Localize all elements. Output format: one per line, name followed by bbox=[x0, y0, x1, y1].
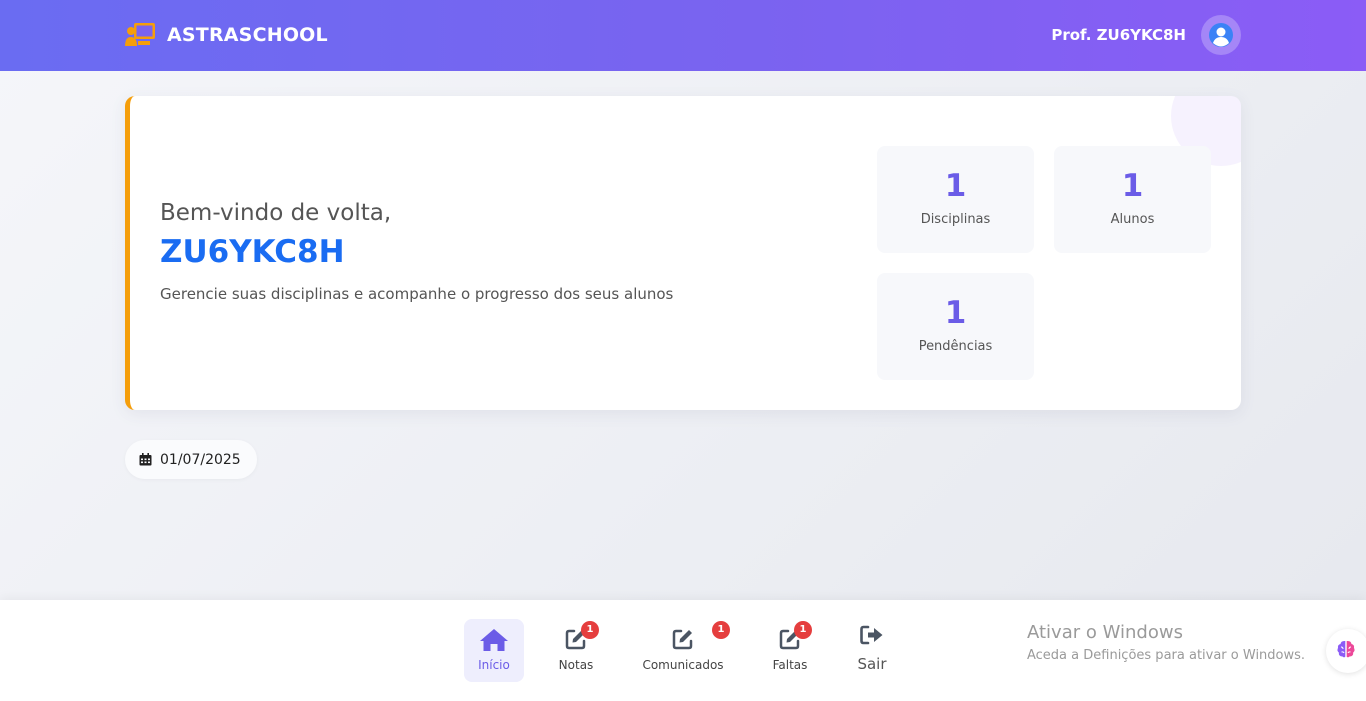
user-name: Prof. ZU6YKC8H bbox=[1051, 26, 1186, 44]
stat-label: Pendências bbox=[918, 339, 993, 354]
stat-card-disciplinas[interactable]: 1 Disciplinas bbox=[877, 146, 1034, 253]
username-heading: ZU6YKC8H bbox=[160, 234, 345, 270]
stat-card-alunos[interactable]: 1 Alunos bbox=[1054, 146, 1211, 253]
welcome-card: Bem-vindo de volta, ZU6YKC8H Gerencie su… bbox=[125, 96, 1241, 410]
nav-item-inicio[interactable]: Início bbox=[464, 619, 524, 682]
nav-label: Sair bbox=[857, 655, 887, 673]
teacher-icon bbox=[124, 22, 156, 48]
current-date: 01/07/2025 bbox=[160, 451, 241, 468]
edit-icon bbox=[672, 628, 694, 654]
user-circle-icon bbox=[1209, 23, 1233, 47]
nav-item-notas[interactable]: 1 Notas bbox=[546, 619, 606, 682]
stat-value: 1 bbox=[944, 295, 967, 331]
watermark-title: Ativar o Windows bbox=[1027, 622, 1183, 643]
top-header: ASTRASCHOOL Prof. ZU6YKC8H bbox=[0, 0, 1366, 71]
user-menu[interactable]: Prof. ZU6YKC8H bbox=[1051, 15, 1241, 55]
logout-icon bbox=[860, 625, 884, 649]
stat-card-pendencias[interactable]: 1 Pendências bbox=[877, 273, 1034, 380]
stat-label: Disciplinas bbox=[920, 212, 991, 227]
nav-label: Notas bbox=[558, 658, 594, 672]
stat-value: 1 bbox=[1121, 168, 1144, 204]
home-icon bbox=[479, 628, 509, 656]
welcome-subtitle: Gerencie suas disciplinas e acompanhe o … bbox=[160, 285, 674, 303]
notification-badge: 1 bbox=[581, 621, 599, 639]
nav-label: Comunicados bbox=[642, 658, 724, 672]
calendar-icon bbox=[139, 453, 152, 466]
nav-label: Faltas bbox=[772, 658, 808, 672]
brain-icon bbox=[1336, 639, 1356, 663]
stat-value: 1 bbox=[944, 168, 967, 204]
nav-item-faltas[interactable]: 1 Faltas bbox=[760, 619, 820, 682]
avatar[interactable] bbox=[1201, 15, 1241, 55]
stat-label: Alunos bbox=[1110, 212, 1155, 227]
nav-item-comunicados[interactable]: 1 Comunicados bbox=[636, 619, 730, 682]
notification-badge: 1 bbox=[712, 621, 730, 639]
brand[interactable]: ASTRASCHOOL bbox=[124, 22, 328, 48]
nav-label: Início bbox=[478, 658, 510, 672]
greeting-text: Bem-vindo de volta, bbox=[160, 200, 392, 226]
watermark-subtitle: Aceda a Definições para ativar o Windows… bbox=[1027, 648, 1306, 663]
bottom-nav: Início 1 Notas 1 Comunicados 1 Faltas Sa… bbox=[0, 600, 1366, 701]
brand-name: ASTRASCHOOL bbox=[167, 24, 328, 46]
windows-activation-watermark: Ativar o Windows Aceda a Definições para… bbox=[1027, 622, 1305, 663]
assistant-button[interactable] bbox=[1326, 629, 1366, 673]
date-chip: 01/07/2025 bbox=[125, 440, 257, 479]
nav-item-sair[interactable]: Sair bbox=[842, 619, 902, 682]
notification-badge: 1 bbox=[794, 621, 812, 639]
